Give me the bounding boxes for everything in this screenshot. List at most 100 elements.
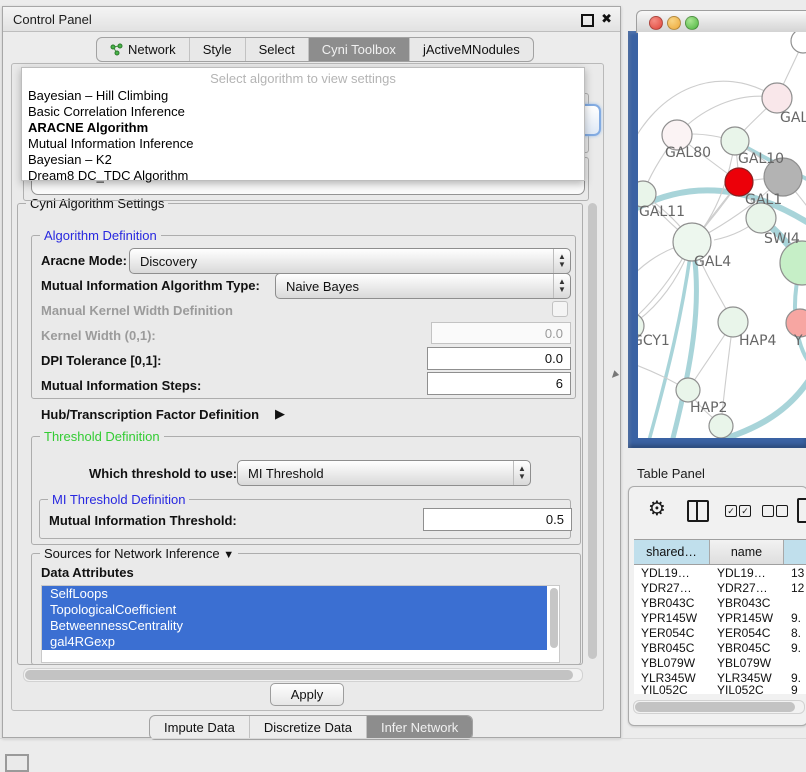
network-graph: GAL GAL80 GAL10 GAL1 GAL11 SWI4 GAL4 GCY… (638, 32, 806, 438)
mi-steps-label: Mutual Information Steps: (41, 378, 201, 393)
data-attributes-list[interactable]: SelfLoops TopologicalCoefficient Between… (41, 585, 560, 663)
zoom-traffic-light-icon[interactable] (685, 16, 699, 30)
minimize-traffic-light-icon[interactable] (667, 16, 681, 30)
network-graph-icon (110, 43, 123, 56)
tab-network[interactable]: Network (97, 38, 190, 61)
mi-algorithm-type-value: Naive Bayes (276, 279, 553, 294)
network-window-titlebar[interactable] (636, 10, 806, 33)
tab-style[interactable]: Style (190, 38, 246, 61)
sources-title-wrap: Sources for Network Inference ▼ (40, 546, 238, 561)
aracne-mode-value: Discovery (130, 254, 553, 269)
label-y-partial: Y (793, 333, 803, 349)
label-gal1: GAL1 (745, 192, 782, 208)
tab-infer-network[interactable]: Infer Network (367, 716, 472, 739)
table-row[interactable]: YER054CYER054C8. (634, 625, 806, 640)
document-icon[interactable] (797, 498, 806, 523)
table-row[interactable]: YBR045CYBR045C9. (634, 640, 806, 655)
split-columns-icon[interactable] (687, 500, 709, 522)
algorithm-option-aracne[interactable]: ARACNE Algorithm (28, 120, 148, 135)
attributes-list-scrollbar[interactable] (550, 588, 558, 648)
attr-item-gal4rgexp[interactable]: gal4RGexp (42, 634, 547, 650)
which-threshold-select[interactable]: MI Threshold ▲▼ (237, 460, 531, 486)
table-row[interactable]: YLR345WYLR345W9. (634, 670, 806, 685)
algorithm-dropdown-prompt: Select algorithm to view settings (22, 71, 584, 86)
network-canvas[interactable]: GAL GAL80 GAL10 GAL1 GAL11 SWI4 GAL4 GCY… (638, 32, 806, 438)
node-hap2[interactable] (676, 378, 700, 402)
aracne-mode-select[interactable]: Discovery ▲▼ (129, 248, 571, 274)
label-gal-partial: GAL (780, 110, 806, 126)
table-row[interactable]: YIL052CYIL052C9 (634, 685, 806, 694)
algorithm-option-basic-correlation[interactable]: Basic Correlation Inference (28, 104, 185, 119)
column-header-partial[interactable] (784, 540, 806, 564)
node-gal7[interactable] (762, 83, 792, 113)
tab-network-label: Network (128, 42, 176, 57)
mi-steps-input[interactable]: 6 (427, 372, 571, 395)
tab-discretize-data[interactable]: Discretize Data (250, 716, 367, 739)
attr-item-topologicalcoefficient[interactable]: TopologicalCoefficient (42, 602, 547, 618)
aracne-mode-label: Aracne Mode: (41, 253, 127, 268)
stepper-arrows-icon: ▲▼ (513, 461, 530, 485)
tab-jactivemnodules[interactable]: jActiveMNodules (410, 38, 533, 61)
kernel-width-input[interactable]: 0.0 (431, 322, 571, 344)
manual-kernel-width-label: Manual Kernel Width Definition (41, 303, 233, 318)
unchecked-checkbox-icon[interactable] (776, 505, 788, 517)
table-body: YDL19…YDL19…13 YDR27…YDR27…12 YBR043CYBR… (634, 565, 806, 694)
algorithm-option-bayesian-k2[interactable]: Bayesian – K2 (28, 152, 112, 167)
tab-cyni-toolbox[interactable]: Cyni Toolbox (309, 38, 410, 61)
column-header-shared-name[interactable]: shared… (634, 540, 710, 564)
column-header-name[interactable]: name (710, 540, 784, 564)
table-row[interactable]: YBL079WYBL079W (634, 655, 806, 670)
algorithm-option-mutual-information[interactable]: Mutual Information Inference (28, 136, 193, 151)
label-gal80: GAL80 (665, 145, 711, 161)
attr-item-betweennesscentrality[interactable]: BetweennessCentrality (42, 618, 547, 634)
unchecked-checkbox-icon[interactable] (762, 505, 774, 517)
control-panel-window: Control Panel ✖ Network Style Select (2, 6, 621, 738)
close-icon[interactable]: ✖ (601, 11, 612, 27)
manual-kernel-width-checkbox[interactable] (552, 301, 568, 317)
mi-algorithm-type-select[interactable]: Naive Bayes ▲▼ (275, 273, 571, 299)
hub-expand-arrow-icon[interactable]: ▶ (275, 406, 285, 422)
tab-impute-data[interactable]: Impute Data (150, 716, 250, 739)
table-row[interactable]: YDL19…YDL19…13 (634, 565, 806, 580)
which-threshold-value: MI Threshold (238, 466, 513, 481)
settings-scrollbar[interactable] (586, 199, 600, 665)
label-swi4: SWI4 (764, 231, 800, 247)
mi-threshold-label: Mutual Information Threshold: (49, 513, 237, 528)
control-panel-titlebar[interactable]: Control Panel ✖ (3, 7, 620, 32)
table-row[interactable]: YDR27…YDR27…12 (634, 580, 806, 595)
node-partial-bottom[interactable] (709, 414, 733, 438)
table-row[interactable]: YPR145WYPR145W9. (634, 610, 806, 625)
gear-icon[interactable]: ⚙ (648, 499, 666, 519)
kernel-width-label: Kernel Width (0,1): (41, 328, 156, 343)
sources-title: Sources for Network Inference (44, 546, 220, 561)
attr-item-selfloops[interactable]: SelfLoops (42, 586, 547, 602)
table-hscrollbar[interactable] (633, 700, 805, 714)
sources-collapse-arrow-icon[interactable]: ▼ (223, 549, 234, 561)
checked-checkbox-icon[interactable]: ✓ (725, 505, 737, 517)
float-window-icon[interactable] (581, 14, 594, 27)
label-gcy1: GCY1 (638, 333, 670, 349)
label-gal4: GAL4 (694, 254, 731, 270)
threshold-definition-title: Threshold Definition (40, 429, 164, 444)
status-bar-divider (0, 738, 806, 739)
label-hap2: HAP2 (690, 400, 727, 416)
node-partial-top[interactable] (791, 32, 806, 53)
mi-threshold-definition-title: MI Threshold Definition (48, 492, 189, 507)
checked-checkbox-icon[interactable]: ✓ (739, 505, 751, 517)
tab-select[interactable]: Select (246, 38, 309, 61)
control-panel-tabbar: Network Style Select Cyni Toolbox jActiv… (96, 37, 534, 62)
dpi-tolerance-input[interactable]: 0.0 (427, 347, 571, 370)
stepper-arrows-icon: ▲▼ (553, 249, 570, 273)
table-row[interactable]: YBR043CYBR043C (634, 595, 806, 610)
algorithm-definition-title: Algorithm Definition (40, 228, 161, 243)
algorithm-dropdown-popup: Select algorithm to view settings Bayesi… (21, 67, 585, 181)
close-traffic-light-icon[interactable] (649, 16, 663, 30)
node-partial-right-green[interactable] (780, 241, 806, 285)
apply-button[interactable]: Apply (270, 683, 344, 706)
label-hap4: HAP4 (739, 333, 777, 349)
algorithm-option-bayesian-hill-climbing[interactable]: Bayesian – Hill Climbing (28, 88, 168, 103)
algorithm-option-dream8[interactable]: Dream8 DC_TDC Algorithm (28, 168, 188, 183)
mi-threshold-input[interactable]: 0.5 (423, 508, 572, 531)
partial-bottom-left-icon[interactable] (5, 754, 29, 772)
settings-hscrollbar[interactable] (23, 668, 583, 682)
